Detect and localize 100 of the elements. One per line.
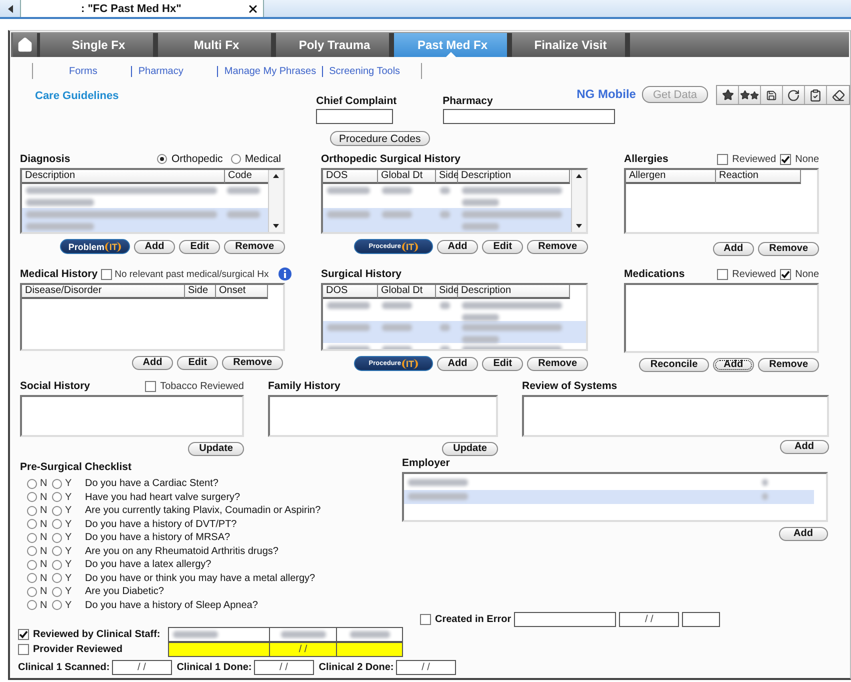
pill-button[interactable]: Add <box>712 358 754 372</box>
pill-button[interactable]: Edit <box>177 356 218 370</box>
radio-label: N <box>40 546 48 557</box>
radio-button[interactable] <box>27 586 37 597</box>
checkbox[interactable] <box>780 268 792 280</box>
medications-list[interactable] <box>624 283 819 353</box>
add-button[interactable]: Add <box>778 527 828 541</box>
blurred-text <box>408 479 468 486</box>
blurred-text <box>327 324 370 331</box>
radio-button[interactable] <box>52 532 62 543</box>
home-button[interactable] <box>13 33 40 57</box>
section-title: Family History <box>268 380 340 392</box>
checkbox[interactable] <box>717 268 728 280</box>
nav-tab[interactable]: Poly Trauma <box>276 33 394 57</box>
care-guidelines-link[interactable]: Care Guidelines <box>35 90 316 127</box>
pill-button[interactable]: Add <box>436 356 478 370</box>
date-field[interactable]: / / <box>269 642 337 657</box>
nav-tab[interactable]: Multi Fx <box>158 33 276 57</box>
checkbox[interactable] <box>145 380 156 392</box>
list-box[interactable]: Allergen Reaction <box>624 168 819 234</box>
date-field[interactable] <box>269 627 337 642</box>
pill-button[interactable]: Remove <box>527 240 588 254</box>
radio-button[interactable] <box>27 506 37 516</box>
nav-tab[interactable]: Single Fx <box>40 33 158 57</box>
radio-button[interactable] <box>27 492 37 502</box>
checkbox[interactable] <box>420 614 431 625</box>
radio-button[interactable] <box>27 532 37 543</box>
date-field[interactable]: / / <box>112 660 172 675</box>
pill-button[interactable]: Add <box>436 240 478 254</box>
date-field[interactable]: / / <box>396 660 456 675</box>
problem-it-button[interactable]: Problem IT <box>60 239 130 254</box>
date-field[interactable]: / / <box>619 612 680 627</box>
scrollbar[interactable] <box>268 170 283 232</box>
pill-button[interactable]: Remove <box>224 240 285 254</box>
two-stars-icon[interactable] <box>739 86 761 104</box>
radio-button[interactable] <box>52 492 62 502</box>
section-title: Social History <box>20 380 90 392</box>
family-history-field[interactable] <box>268 395 498 437</box>
radio-button[interactable] <box>52 506 62 516</box>
procedure-codes-button[interactable]: Procedure Codes <box>330 131 430 146</box>
add-button[interactable]: Add <box>780 440 829 454</box>
time-field[interactable] <box>336 627 403 642</box>
name-field[interactable] <box>514 612 616 627</box>
pill-button[interactable]: Remove <box>758 358 819 372</box>
checkbox[interactable] <box>18 644 29 655</box>
pill-button[interactable]: Edit <box>482 356 524 370</box>
pill-button[interactable]: Remove <box>527 356 588 370</box>
radio-button[interactable] <box>27 560 37 570</box>
list-box[interactable]: DOS Global Dt Side Description <box>321 168 588 234</box>
radio-button[interactable] <box>27 573 37 584</box>
pill-button[interactable]: Add <box>132 356 174 370</box>
update-button[interactable]: Update <box>188 442 244 456</box>
field-label: Clinical 1 Scanned: <box>18 662 110 673</box>
nav-link[interactable]: Forms <box>63 66 104 76</box>
radio-button[interactable] <box>27 600 37 610</box>
radio-button[interactable] <box>52 478 62 489</box>
radio-button[interactable] <box>52 600 62 610</box>
radio-button[interactable] <box>52 573 62 584</box>
review-of-systems-field[interactable] <box>522 395 829 437</box>
social-history-field[interactable] <box>20 395 244 437</box>
update-button[interactable]: Update <box>442 442 498 456</box>
nav-link[interactable]: Manage My Phrases <box>217 66 322 76</box>
checkbox[interactable] <box>18 629 29 640</box>
pharmacy-field[interactable] <box>442 109 615 124</box>
radio-button[interactable] <box>230 154 241 164</box>
radio-button[interactable] <box>157 154 168 164</box>
info-icon[interactable] <box>278 267 292 281</box>
radio-button[interactable] <box>27 519 37 530</box>
time-field[interactable] <box>682 612 720 627</box>
radio-button[interactable] <box>27 546 37 556</box>
pill-button[interactable]: Edit <box>482 240 524 254</box>
nav-link[interactable]: Pharmacy <box>131 66 190 76</box>
checkbox[interactable] <box>780 154 792 164</box>
scrollbar[interactable] <box>571 170 586 232</box>
nav-tab[interactable]: Finalize Visit <box>512 33 630 57</box>
pill-button[interactable]: Remove <box>222 356 283 370</box>
radio-button[interactable] <box>52 546 62 556</box>
nav-link[interactable]: Screening Tools <box>322 66 406 76</box>
list-box[interactable]: Disease/Disorder Side Onset <box>20 283 285 351</box>
time-field[interactable] <box>336 642 403 657</box>
document-tab[interactable]: : "FC Past Med Hx" <box>20 0 264 17</box>
pill-button[interactable]: Add <box>134 240 176 254</box>
checkbox[interactable] <box>100 268 112 280</box>
pill-button[interactable]: Edit <box>179 240 220 254</box>
close-icon[interactable] <box>247 2 259 14</box>
radio-button[interactable] <box>52 586 62 597</box>
name-field[interactable] <box>168 642 270 657</box>
name-field[interactable] <box>168 627 270 642</box>
pill-button[interactable]: Reconcile <box>639 358 709 372</box>
radio-button[interactable] <box>27 478 37 489</box>
radio-button[interactable] <box>52 560 62 570</box>
pill-button[interactable]: Add <box>712 242 754 256</box>
radio-label: Y <box>65 478 73 490</box>
list-box[interactable]: Description Code <box>20 168 285 234</box>
radio-label: N <box>40 572 48 584</box>
radio-button[interactable] <box>52 519 62 530</box>
pill-button[interactable]: Remove <box>758 242 819 256</box>
date-field[interactable]: / / <box>254 660 314 675</box>
chief-complaint-field[interactable] <box>316 109 394 124</box>
checkbox[interactable] <box>717 154 728 164</box>
